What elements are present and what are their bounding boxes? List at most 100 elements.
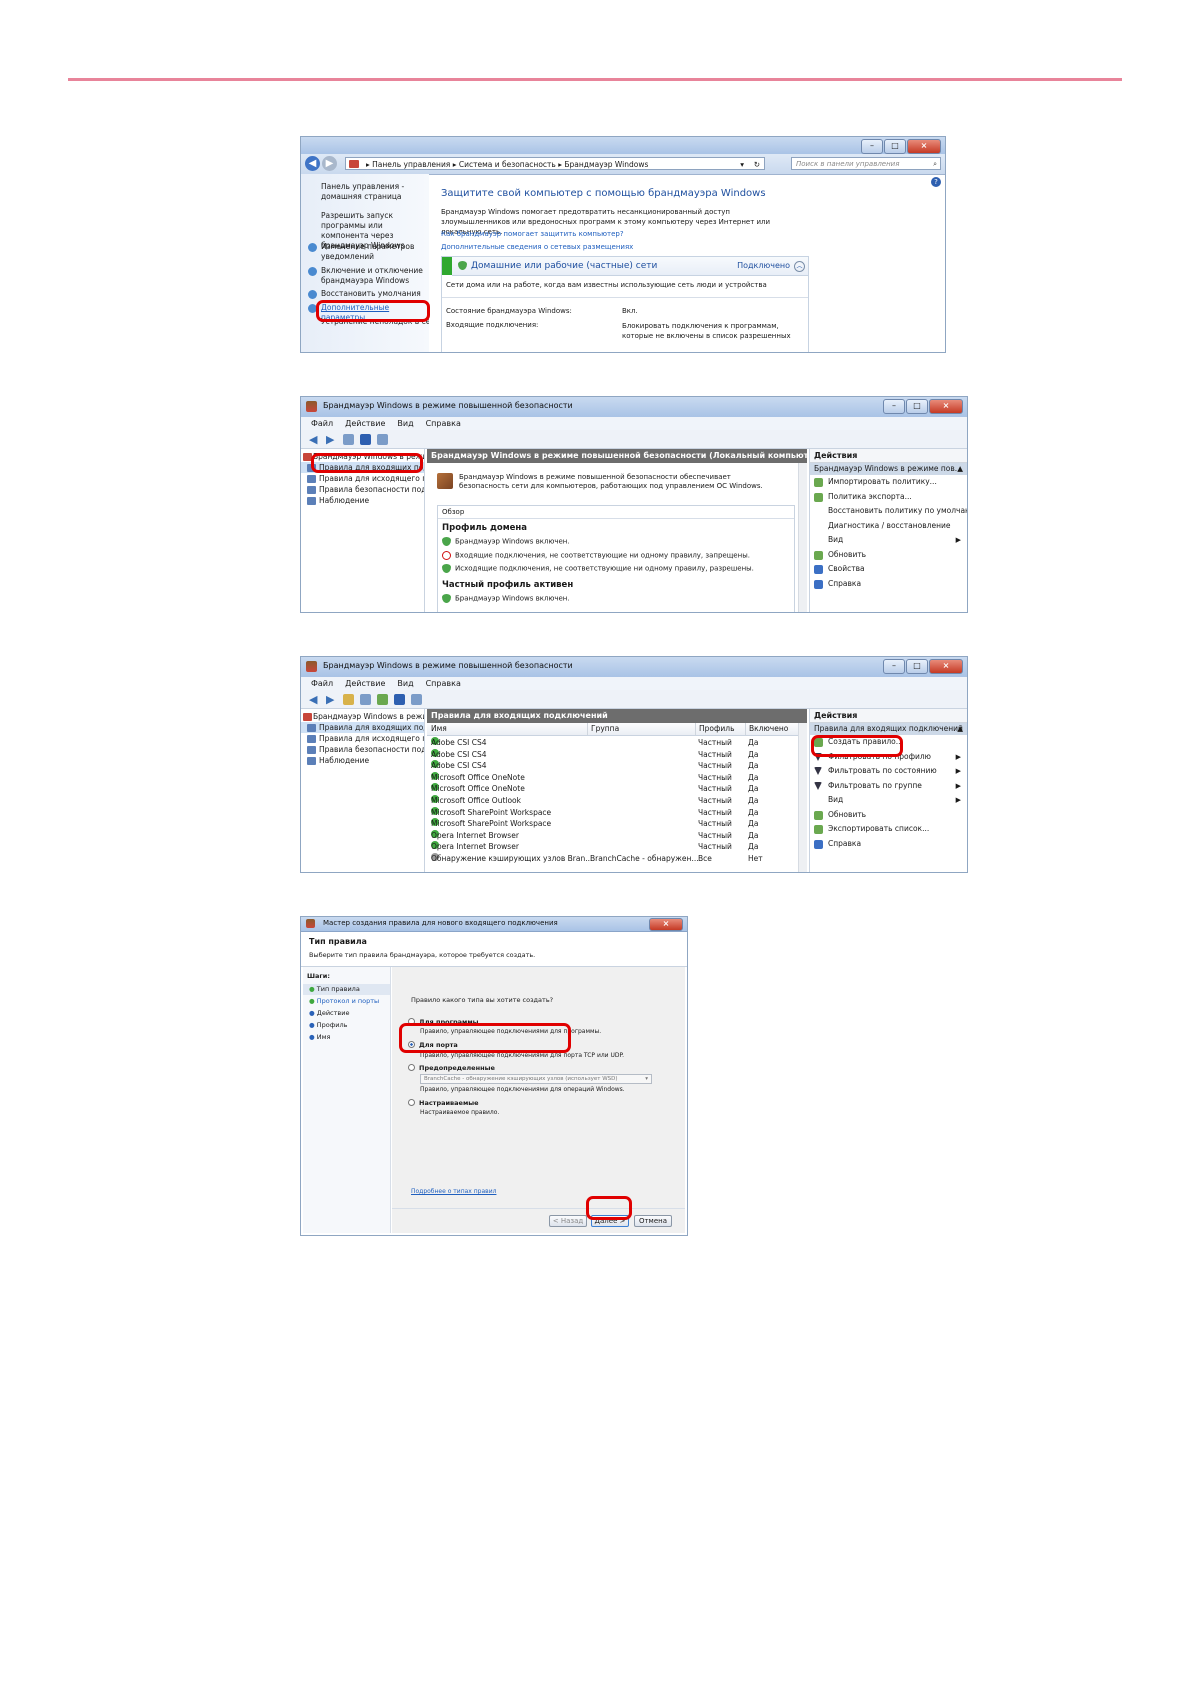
table-row[interactable]: Microsoft SharePoint Workspace Частный Да bbox=[427, 818, 799, 829]
table-row[interactable]: Microsoft Office Outlook Частный Да bbox=[427, 795, 799, 806]
cancel-button[interactable]: Отмена bbox=[634, 1215, 672, 1227]
forward-arrow-icon[interactable]: ▶ bbox=[326, 694, 337, 705]
how-firewall-helps-link[interactable]: Как брандмауэр помогает защитить компьют… bbox=[441, 230, 624, 238]
panel-icon[interactable] bbox=[377, 433, 388, 445]
menu-view[interactable]: Вид bbox=[397, 417, 413, 430]
next-button[interactable]: Далее > bbox=[591, 1215, 629, 1227]
table-row[interactable]: Adobe CSI CS4 Частный Да bbox=[427, 760, 799, 771]
actions-section[interactable]: Брандмауэр Windows в режиме пов... ▲ bbox=[810, 463, 967, 475]
menu-view[interactable]: Вид bbox=[397, 677, 413, 690]
table-row[interactable]: Microsoft Office OneNote Частный Да bbox=[427, 783, 799, 794]
action-filter-state[interactable]: Фильтровать по состоянию ▶ bbox=[810, 764, 967, 779]
forward-button[interactable]: ▶ bbox=[322, 156, 337, 171]
action-export-policy[interactable]: Политика экспорта... bbox=[810, 490, 967, 505]
close-button[interactable]: × bbox=[649, 918, 683, 931]
radio-predefined[interactable] bbox=[408, 1064, 415, 1071]
vertical-scrollbar[interactable] bbox=[798, 723, 807, 872]
action-filter-profile[interactable]: Фильтровать по профилю ▶ bbox=[810, 750, 967, 765]
maximize-button[interactable]: □ bbox=[884, 139, 906, 154]
menu-help[interactable]: Справка bbox=[426, 417, 461, 430]
table-row[interactable]: Adobe CSI CS4 Частный Да bbox=[427, 748, 799, 760]
folder-icon[interactable] bbox=[343, 693, 354, 705]
column-name[interactable]: Имя bbox=[431, 723, 447, 735]
table-row[interactable]: Adobe CSI CS4 Частный Да bbox=[427, 737, 799, 748]
radio-custom[interactable] bbox=[408, 1099, 415, 1106]
help-icon[interactable] bbox=[394, 693, 405, 705]
tree-inbound-rules[interactable]: Правила для входящих подключений bbox=[301, 722, 424, 733]
action-new-rule[interactable]: Создать правило... bbox=[810, 735, 967, 750]
back-arrow-icon[interactable]: ◀ bbox=[309, 434, 320, 445]
radio-port[interactable] bbox=[408, 1041, 415, 1048]
option-predefined[interactable]: Предопределенные bbox=[408, 1064, 495, 1072]
action-view[interactable]: Вид ▶ bbox=[810, 533, 967, 548]
vertical-scrollbar[interactable] bbox=[798, 463, 807, 612]
refresh-icon[interactable]: ↻ bbox=[754, 158, 760, 171]
action-properties[interactable]: Свойства bbox=[810, 562, 967, 577]
forward-arrow-icon[interactable]: ▶ bbox=[326, 434, 337, 445]
toggle-firewall-link[interactable]: Включение и отключение брандмауэра Windo… bbox=[321, 266, 425, 286]
action-help[interactable]: Справка bbox=[810, 577, 967, 592]
close-button[interactable]: × bbox=[907, 139, 941, 154]
close-button[interactable]: × bbox=[929, 399, 963, 414]
action-filter-group[interactable]: Фильтровать по группе ▶ bbox=[810, 779, 967, 794]
maximize-button[interactable]: □ bbox=[906, 659, 928, 674]
tree-connection-security[interactable]: Правила безопасности подключения bbox=[301, 484, 424, 495]
address-bar[interactable]: ▸ Панель управления ▸ Система и безопасн… bbox=[345, 157, 765, 170]
dropdown-icon[interactable]: ▾ bbox=[740, 158, 744, 171]
console-tree-icon[interactable] bbox=[343, 433, 354, 445]
breadcrumb-item[interactable]: Система и безопасность bbox=[459, 160, 556, 169]
collapse-icon[interactable]: ︿ bbox=[794, 261, 805, 272]
action-help[interactable]: Справка bbox=[810, 837, 967, 852]
minimize-button[interactable]: – bbox=[883, 399, 905, 414]
tree-inbound-rules[interactable]: Правила для входящих подключений bbox=[301, 462, 424, 473]
column-profile[interactable]: Профиль bbox=[695, 723, 735, 735]
action-restore-default[interactable]: Восстановить политику по умолчанию bbox=[810, 504, 967, 519]
table-row[interactable]: Microsoft SharePoint Workspace Частный Да bbox=[427, 806, 799, 818]
home-link[interactable]: Панель управления - домашняя страница bbox=[321, 182, 425, 202]
tree-root[interactable]: Брандмауэр Windows в режиме пов bbox=[301, 451, 424, 462]
menu-action[interactable]: Действие bbox=[345, 417, 385, 430]
breadcrumb-item[interactable]: Брандмауэр Windows bbox=[564, 160, 648, 169]
table-row[interactable]: Microsoft Office OneNote Частный Да bbox=[427, 771, 799, 783]
tree-outbound-rules[interactable]: Правила для исходящего подключения bbox=[301, 733, 424, 744]
tree-monitoring[interactable]: Наблюдение bbox=[301, 755, 424, 766]
minimize-button[interactable]: – bbox=[861, 139, 883, 154]
menu-action[interactable]: Действие bbox=[345, 677, 385, 690]
search-input[interactable]: Поиск в панели управления ⌕ bbox=[791, 157, 941, 170]
action-refresh[interactable]: Обновить bbox=[810, 548, 967, 563]
action-export-list[interactable]: Экспортировать список... bbox=[810, 822, 967, 837]
network-header[interactable]: Домашние или рабочие (частные) сети Подк… bbox=[452, 257, 808, 276]
console-tree-icon[interactable] bbox=[360, 693, 371, 705]
column-group[interactable]: Группа bbox=[587, 723, 619, 735]
action-view[interactable]: Вид ▶ bbox=[810, 793, 967, 808]
learn-rule-types-link[interactable]: Подробнее о типах правил bbox=[411, 1188, 496, 1195]
menu-help[interactable]: Справка bbox=[426, 677, 461, 690]
predefined-select[interactable]: BranchCache - обнаружение кэширующих узл… bbox=[420, 1074, 652, 1084]
help-icon[interactable] bbox=[360, 433, 371, 445]
menu-file[interactable]: Файл bbox=[311, 417, 333, 430]
close-button[interactable]: × bbox=[929, 659, 963, 674]
column-enabled[interactable]: Включено bbox=[745, 723, 788, 735]
export-icon[interactable] bbox=[377, 693, 388, 705]
maximize-button[interactable]: □ bbox=[906, 399, 928, 414]
panel-icon[interactable] bbox=[411, 693, 422, 705]
actions-section[interactable]: Правила для входящих подключений ▲ bbox=[810, 723, 967, 735]
table-row[interactable]: Обнаружение кэширующих узлов Bran... Bran… bbox=[427, 853, 799, 864]
option-port[interactable]: Для порта bbox=[408, 1041, 458, 1049]
action-import-policy[interactable]: Импортировать политику... bbox=[810, 475, 967, 490]
action-diagnose[interactable]: Диагностика / восстановление bbox=[810, 519, 967, 534]
option-program[interactable]: Для программы bbox=[408, 1018, 479, 1026]
table-row[interactable]: Opera Internet Browser Частный Да bbox=[427, 829, 799, 841]
tree-outbound-rules[interactable]: Правила для исходящего подключения bbox=[301, 473, 424, 484]
back-button[interactable]: < Назад bbox=[549, 1215, 587, 1227]
tree-monitoring[interactable]: Наблюдение bbox=[301, 495, 424, 506]
tree-connection-security[interactable]: Правила безопасности подключения bbox=[301, 744, 424, 755]
table-row[interactable]: Opera Internet Browser Частный Да bbox=[427, 841, 799, 852]
back-arrow-icon[interactable]: ◀ bbox=[309, 694, 320, 705]
option-custom[interactable]: Настраиваемые bbox=[408, 1099, 479, 1107]
minimize-button[interactable]: – bbox=[883, 659, 905, 674]
tree-root[interactable]: Брандмауэр Windows в режиме пов bbox=[301, 711, 424, 722]
breadcrumb-item[interactable]: Панель управления bbox=[372, 160, 450, 169]
action-refresh[interactable]: Обновить bbox=[810, 808, 967, 823]
restore-defaults-link[interactable]: Восстановить умолчания bbox=[321, 289, 425, 298]
